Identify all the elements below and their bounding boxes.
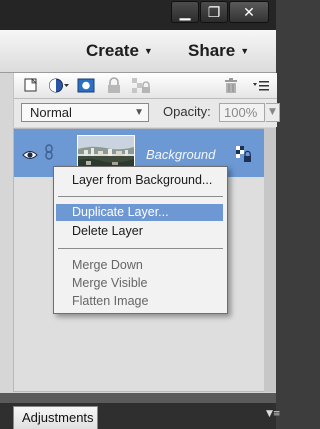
blend-mode-select[interactable]: Normal ▼ <box>21 103 149 122</box>
close-button[interactable]: ✕ <box>229 1 269 23</box>
minimize-button[interactable]: ▁ <box>171 1 199 23</box>
layer-context-menu: Layer from Background... Duplicate Layer… <box>53 166 228 314</box>
menu-separator <box>58 248 223 249</box>
bottom-tab-bar: Adjustments ▼≡ <box>0 403 280 429</box>
create-label: Create <box>86 41 139 60</box>
menu-separator <box>58 196 223 197</box>
menu-item-merge-visible[interactable]: Merge Visible <box>56 275 223 292</box>
link-chain-icon[interactable] <box>44 144 54 164</box>
layer-lock-icon <box>236 146 252 167</box>
chevron-down-icon: ▼ <box>134 107 144 118</box>
blend-mode-value: Normal <box>30 105 72 120</box>
chevron-down-icon: ▼ <box>240 46 250 56</box>
layer-list-scrollbar[interactable] <box>264 128 276 392</box>
layers-toolbar <box>13 73 277 99</box>
menu-item-flatten-image[interactable]: Flatten Image <box>56 293 223 310</box>
opacity-dropdown-button[interactable]: ▼ <box>266 103 280 122</box>
lock-all-icon[interactable] <box>105 77 123 94</box>
opacity-field[interactable]: 100% <box>219 103 265 122</box>
panel-menu-icon[interactable] <box>252 77 270 94</box>
menu-item-delete-layer[interactable]: Delete Layer <box>56 223 223 240</box>
tab-adjustments[interactable]: Adjustments <box>13 406 98 429</box>
adjustment-layer-icon[interactable] <box>48 77 69 94</box>
trash-icon[interactable] <box>222 77 240 94</box>
layer-options-row: Normal ▼ Opacity: 100% ▼ <box>13 99 280 127</box>
app-header: Create ▼ Share ▼ <box>0 30 276 73</box>
opacity-label: Opacity: <box>163 104 211 119</box>
layer-name[interactable]: Background <box>146 147 215 162</box>
share-label: Share <box>188 41 236 60</box>
panel-menu-icon[interactable]: ▼≡ <box>266 409 280 419</box>
window-title-bar: ▁ ❐ ✕ <box>0 0 276 30</box>
panel-divider <box>0 393 276 403</box>
visibility-eye-icon[interactable] <box>22 146 38 165</box>
maximize-button[interactable]: ❐ <box>200 1 228 23</box>
menu-item-duplicate-layer[interactable]: Duplicate Layer... <box>56 204 223 221</box>
menu-item-layer-from-background[interactable]: Layer from Background... <box>56 172 223 189</box>
share-menu-button[interactable]: Share ▼ <box>188 41 249 61</box>
layer-mask-icon[interactable] <box>77 77 95 94</box>
lock-transparency-icon[interactable] <box>131 77 150 94</box>
create-menu-button[interactable]: Create ▼ <box>86 41 153 61</box>
menu-item-merge-down[interactable]: Merge Down <box>56 257 223 274</box>
new-layer-icon[interactable] <box>22 77 40 94</box>
chevron-down-icon: ▼ <box>143 46 153 56</box>
